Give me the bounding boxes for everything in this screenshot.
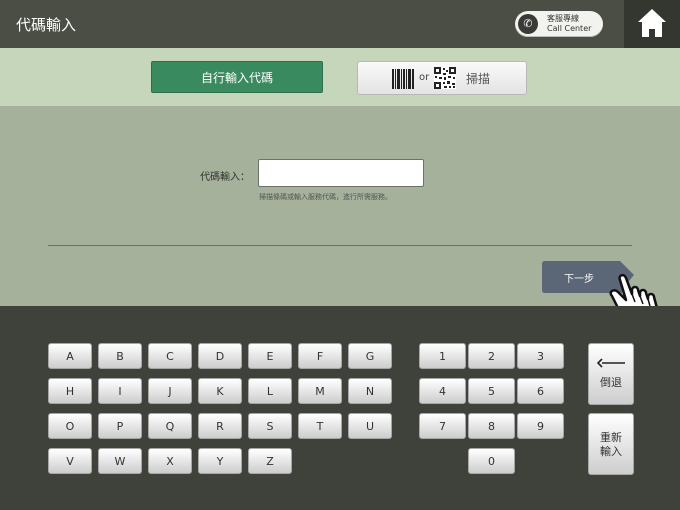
backspace-key[interactable]: 倒退 (588, 343, 634, 405)
next-step-label: 下一步 (564, 274, 594, 285)
key-3[interactable]: 3 (517, 343, 564, 369)
code-input-label: 代碼輸入： (200, 172, 250, 183)
reset-input-key[interactable]: 重新 輸入 (588, 413, 634, 475)
key-w[interactable]: W (98, 448, 142, 474)
phone-icon: ✆ (518, 14, 538, 34)
key-a[interactable]: A (48, 343, 92, 369)
key-r[interactable]: R (198, 413, 242, 439)
reset-label-line-2: 輸入 (600, 445, 622, 458)
key-f[interactable]: F (298, 343, 342, 369)
key-q[interactable]: Q (148, 413, 192, 439)
key-x[interactable]: X (148, 448, 192, 474)
scan-label: 掃描 (466, 72, 491, 86)
key-z[interactable]: Z (248, 448, 292, 474)
key-4[interactable]: 4 (419, 378, 466, 404)
key-5[interactable]: 5 (468, 378, 515, 404)
key-s[interactable]: S (248, 413, 292, 439)
call-center-label: 客服專線 (547, 14, 579, 23)
key-b[interactable]: B (98, 343, 142, 369)
key-p[interactable]: P (98, 413, 142, 439)
reset-label-line-1: 重新 (600, 431, 622, 444)
backspace-label: 倒退 (600, 376, 622, 389)
arrow-left-icon (597, 358, 625, 368)
or-label: or (419, 72, 430, 83)
key-d[interactable]: D (198, 343, 242, 369)
call-center-sublabel: Call Center (547, 24, 592, 33)
key-o[interactable]: O (48, 413, 92, 439)
input-mode-bar: 自行輸入代碼 or 掃描 (0, 48, 680, 106)
manual-entry-tab[interactable]: 自行輸入代碼 (151, 61, 323, 93)
key-m[interactable]: M (298, 378, 342, 404)
top-bar: 代碼輸入 ✆ 客服專線 Call Center (0, 0, 680, 48)
key-l[interactable]: L (248, 378, 292, 404)
key-c[interactable]: C (148, 343, 192, 369)
key-u[interactable]: U (348, 413, 392, 439)
scan-tab[interactable]: or 掃描 (357, 61, 527, 95)
key-v[interactable]: V (48, 448, 92, 474)
call-center-button[interactable]: ✆ 客服專線 Call Center (515, 11, 603, 37)
key-e[interactable]: E (248, 343, 292, 369)
home-icon (638, 9, 666, 37)
key-j[interactable]: J (148, 378, 192, 404)
qr-code-icon (434, 67, 456, 89)
barcode-icon (392, 69, 414, 89)
key-k[interactable]: K (198, 378, 242, 404)
key-g[interactable]: G (348, 343, 392, 369)
key-1[interactable]: 1 (419, 343, 466, 369)
key-y[interactable]: Y (198, 448, 242, 474)
on-screen-keyboard: ABCDEFG HIJKLMN OPQRSTU VWXYZ 123 456 7890 倒退… (0, 306, 680, 510)
code-input[interactable] (258, 159, 424, 187)
code-input-hint: 掃描條碼或輸入服務代碼，進行所需服務。 (259, 193, 392, 201)
key-7[interactable]: 7 (419, 413, 466, 439)
page-title: 代碼輸入 (16, 16, 77, 34)
home-button[interactable] (624, 0, 680, 48)
form-divider (48, 245, 632, 246)
key-0[interactable]: 0 (468, 448, 515, 474)
code-entry-form: 代碼輸入： 掃描條碼或輸入服務代碼，進行所需服務。 下一步 (0, 106, 680, 306)
key-6[interactable]: 6 (517, 378, 564, 404)
key-8[interactable]: 8 (468, 413, 515, 439)
key-h[interactable]: H (48, 378, 92, 404)
key-9[interactable]: 9 (517, 413, 564, 439)
key-i[interactable]: I (98, 378, 142, 404)
key-t[interactable]: T (298, 413, 342, 439)
key-2[interactable]: 2 (468, 343, 515, 369)
key-n[interactable]: N (348, 378, 392, 404)
